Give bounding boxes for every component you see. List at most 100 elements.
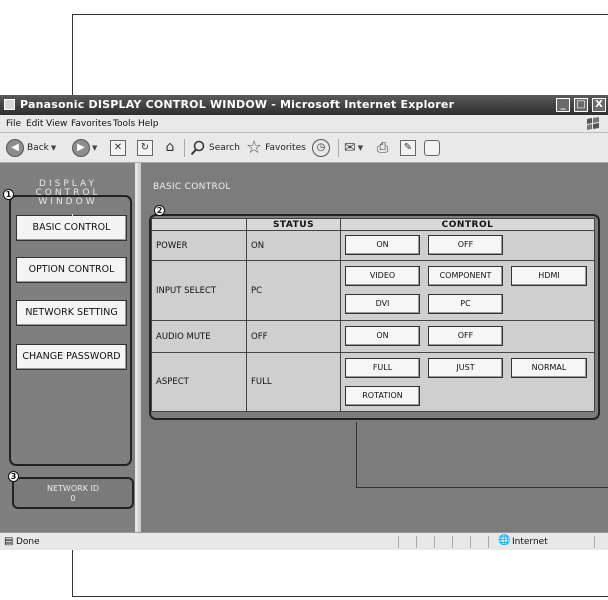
menu-favorites[interactable]: Favorites bbox=[71, 119, 112, 129]
nav-group: BASIC CONTROL OPTION CONTROL NETWORK SET… bbox=[9, 195, 132, 466]
menu-file[interactable]: File bbox=[6, 119, 21, 129]
dropdown-arrow-icon: ▼ bbox=[357, 144, 364, 152]
annotation-line bbox=[356, 487, 608, 488]
row-label: POWER bbox=[151, 230, 247, 261]
aspect-rotation-button[interactable]: ROTATION bbox=[345, 386, 420, 406]
browser-window: Panasonic DISPLAY CONTROL WINDOW - Micro… bbox=[0, 95, 608, 550]
status-divider bbox=[452, 536, 453, 548]
row-label: INPUT SELECT bbox=[151, 260, 247, 321]
audio-mute-off-button[interactable]: OFF bbox=[428, 326, 503, 346]
control-column-header: CONTROL bbox=[340, 218, 595, 231]
annotation-line bbox=[72, 214, 73, 224]
annotation-line bbox=[356, 422, 357, 488]
back-label: Back bbox=[27, 143, 49, 153]
row-status: OFF bbox=[246, 320, 341, 353]
title-bar: Panasonic DISPLAY CONTROL WINDOW - Micro… bbox=[0, 95, 608, 115]
search-icon bbox=[190, 140, 205, 156]
callout-marker-2: 2 bbox=[154, 205, 165, 216]
minimize-button[interactable]: _ bbox=[556, 98, 570, 112]
star-icon: ☆ bbox=[246, 137, 263, 158]
history-button[interactable]: ◷ bbox=[312, 138, 330, 158]
internet-globe-icon: 🌐 bbox=[498, 535, 511, 546]
change-password-button[interactable]: CHANGE PASSWORD bbox=[16, 344, 127, 370]
input-video-button[interactable]: VIDEO bbox=[345, 266, 420, 286]
status-divider bbox=[434, 536, 435, 548]
window-title: Panasonic DISPLAY CONTROL WINDOW - Micro… bbox=[20, 98, 455, 111]
control-table: STATUS CONTROL POWER ON ON OFF INPUT SEL… bbox=[151, 218, 595, 412]
option-control-button[interactable]: OPTION CONTROL bbox=[16, 257, 127, 283]
input-dvi-button[interactable]: DVI bbox=[345, 294, 420, 314]
menu-tools[interactable]: Tools bbox=[113, 119, 135, 129]
control-cell: ON OFF bbox=[340, 320, 595, 353]
aspect-just-button[interactable]: JUST bbox=[428, 358, 503, 378]
table-row: POWER ON ON OFF bbox=[151, 230, 595, 261]
main-content: BASIC CONTROL 2 STATUS CONTROL POWER ON … bbox=[141, 163, 608, 532]
forward-arrow-icon: ▶ bbox=[72, 139, 90, 157]
status-divider bbox=[416, 536, 417, 548]
search-button[interactable]: Search bbox=[190, 138, 240, 158]
mail-button[interactable]: ✉ ▼ bbox=[344, 138, 363, 158]
status-text: Done bbox=[16, 537, 40, 547]
aspect-full-button[interactable]: FULL bbox=[345, 358, 420, 378]
menu-help[interactable]: Help bbox=[138, 119, 159, 129]
menu-bar: File Edit View Favorites Tools Help bbox=[0, 115, 608, 133]
table-header-row: STATUS CONTROL bbox=[151, 218, 595, 231]
history-icon: ◷ bbox=[312, 139, 330, 157]
power-on-button[interactable]: ON bbox=[345, 235, 420, 255]
ie-page-icon bbox=[4, 99, 15, 110]
status-divider bbox=[470, 536, 471, 548]
mail-icon: ✉ bbox=[344, 140, 356, 156]
status-divider bbox=[488, 536, 489, 548]
annotation-line bbox=[72, 14, 608, 15]
row-status: PC bbox=[246, 260, 341, 321]
menu-view[interactable]: View bbox=[46, 119, 67, 129]
discuss-button[interactable] bbox=[424, 138, 440, 158]
input-component-button[interactable]: COMPONENT bbox=[428, 266, 503, 286]
close-button[interactable]: X bbox=[592, 98, 606, 112]
header-empty-cell bbox=[151, 218, 247, 231]
stop-icon: ✕ bbox=[110, 140, 126, 156]
menu-edit[interactable]: Edit bbox=[26, 119, 43, 129]
status-divider bbox=[594, 536, 595, 548]
audio-mute-on-button[interactable]: ON bbox=[345, 326, 420, 346]
table-row: ASPECT FULL FULL JUST NORMAL ROTATION bbox=[151, 352, 595, 412]
dropdown-arrow-icon: ▼ bbox=[92, 144, 98, 152]
sidebar: DISPLAY CONTROL WINDOW BASIC CONTROL OPT… bbox=[0, 163, 138, 532]
favorites-button[interactable]: ☆ Favorites bbox=[246, 138, 306, 158]
home-button[interactable]: ⌂ bbox=[162, 138, 178, 158]
favorites-label: Favorites bbox=[265, 143, 306, 153]
print-button[interactable]: ⎙ bbox=[377, 138, 388, 158]
control-cell: ON OFF bbox=[340, 230, 595, 261]
edit-button[interactable]: ✎ bbox=[400, 138, 416, 158]
search-label: Search bbox=[209, 143, 240, 153]
network-id-box: NETWORK ID 0 bbox=[12, 477, 134, 509]
maximize-button[interactable]: □ bbox=[574, 98, 588, 112]
windows-logo-icon bbox=[587, 117, 599, 130]
power-off-button[interactable]: OFF bbox=[428, 235, 503, 255]
row-label: AUDIO MUTE bbox=[151, 320, 247, 353]
control-cell: FULL JUST NORMAL ROTATION bbox=[340, 352, 595, 412]
status-divider bbox=[398, 536, 399, 548]
edit-icon: ✎ bbox=[400, 140, 416, 156]
input-pc-button[interactable]: PC bbox=[428, 294, 503, 314]
refresh-icon: ↻ bbox=[137, 140, 153, 156]
input-hdmi-button[interactable]: HDMI bbox=[511, 266, 587, 286]
refresh-button[interactable]: ↻ bbox=[137, 138, 153, 158]
network-setting-button[interactable]: NETWORK SETTING bbox=[16, 300, 127, 326]
network-id-label: NETWORK ID bbox=[47, 484, 99, 493]
home-icon: ⌂ bbox=[165, 139, 175, 155]
zone-text: Internet bbox=[512, 537, 548, 547]
dropdown-arrow-icon: ▼ bbox=[50, 144, 57, 152]
callout-marker-3: 3 bbox=[8, 471, 19, 482]
row-status: FULL bbox=[246, 352, 341, 412]
stop-button[interactable]: ✕ bbox=[110, 138, 126, 158]
back-arrow-icon: ◀ bbox=[6, 139, 24, 157]
status-column-header: STATUS bbox=[246, 218, 341, 231]
toolbar-separator bbox=[338, 139, 339, 157]
row-label: ASPECT bbox=[151, 352, 247, 412]
aspect-normal-button[interactable]: NORMAL bbox=[511, 358, 587, 378]
back-button[interactable]: ◀ Back ▼ bbox=[6, 138, 56, 158]
table-row: INPUT SELECT PC VIDEO COMPONENT HDMI DVI… bbox=[151, 260, 595, 321]
row-status: ON bbox=[246, 230, 341, 261]
forward-button[interactable]: ▶ ▼ bbox=[72, 138, 97, 158]
